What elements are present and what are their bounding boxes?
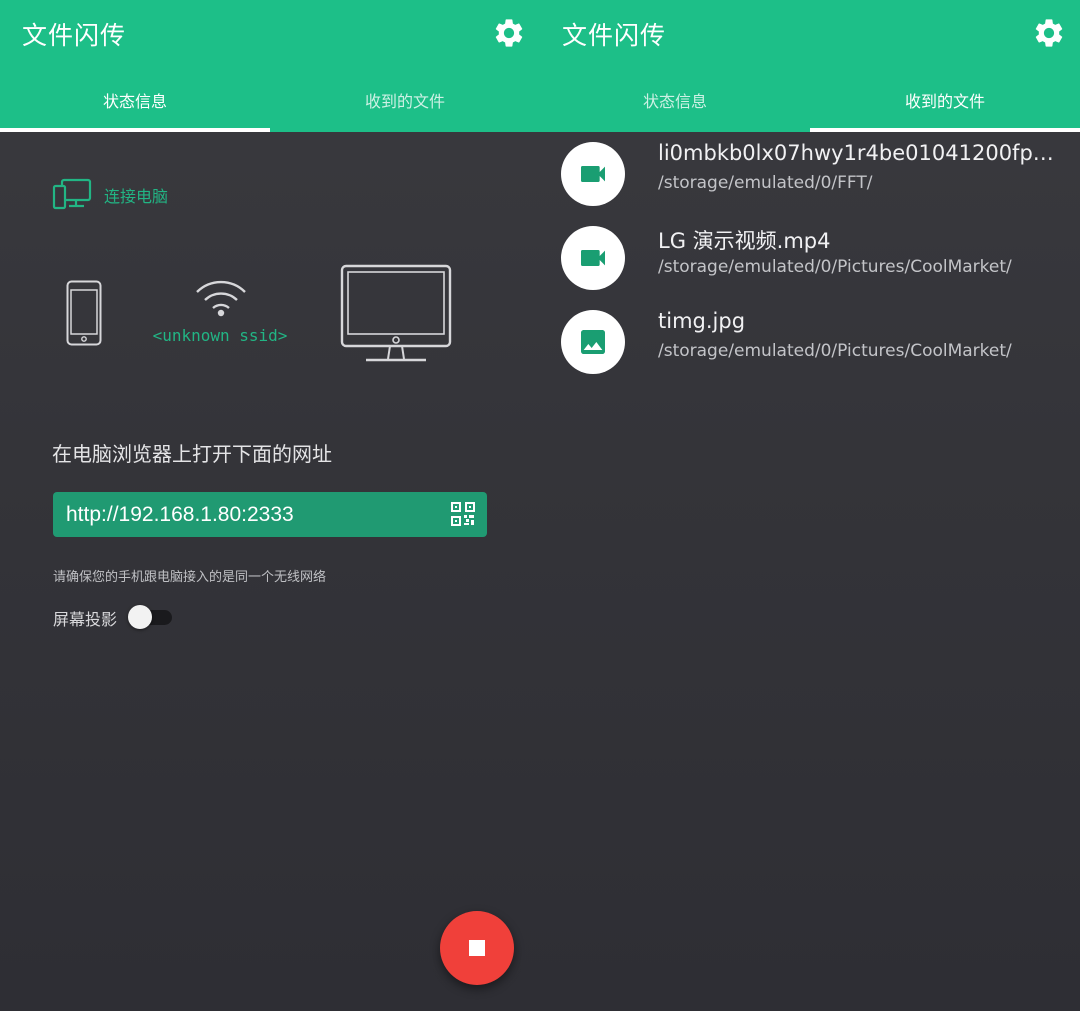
gear-icon[interactable]	[492, 16, 526, 50]
list-item[interactable]: LG 演示视频.mp4 /storage/emulated/0/Pictures…	[540, 226, 1080, 310]
tab-status[interactable]: 状态信息	[0, 88, 270, 116]
file-name: timg.jpg	[658, 309, 746, 333]
wifi-icon	[194, 278, 248, 318]
toggle-knob	[128, 605, 152, 629]
url-box[interactable]: http://192.168.1.80:2333	[53, 492, 487, 537]
file-path: /storage/emulated/0/Pictures/CoolMarket/	[658, 257, 1012, 277]
screen-cast-toggle[interactable]	[128, 605, 172, 629]
app-title: 文件闪传	[22, 21, 127, 50]
app-bar: 文件闪传 状态信息 收到的文件	[0, 0, 540, 132]
tab-indicator	[810, 128, 1080, 132]
tab-received-files[interactable]: 收到的文件	[810, 88, 1080, 116]
app-title: 文件闪传	[562, 21, 667, 50]
file-name: li0mbkb0lx07hwy1r4be01041200fpug..	[658, 141, 1058, 165]
file-name: LG 演示视频.mp4	[658, 229, 831, 253]
list-item[interactable]: li0mbkb0lx07hwy1r4be01041200fpug.. /stor…	[540, 141, 1080, 226]
monitor-icon	[340, 264, 452, 364]
list-item[interactable]: timg.jpg /storage/emulated/0/Pictures/Co…	[540, 309, 1080, 394]
open-url-prompt: 在电脑浏览器上打开下面的网址	[52, 442, 332, 466]
phone-icon	[66, 280, 102, 346]
stop-button[interactable]	[440, 911, 514, 985]
qr-code-icon[interactable]	[451, 502, 475, 526]
right-panel: 文件闪传 状态信息 收到的文件 li0mbkb0lx07hwy1r4be0104…	[540, 0, 1080, 1011]
video-icon	[561, 226, 625, 290]
file-path: /storage/emulated/0/FFT/	[658, 173, 873, 193]
url-text: http://192.168.1.80:2333	[66, 503, 294, 526]
tab-received-files[interactable]: 收到的文件	[270, 88, 540, 116]
video-icon	[561, 142, 625, 206]
connect-pc-label: 连接电脑	[104, 187, 169, 206]
file-path: /storage/emulated/0/Pictures/CoolMarket/	[658, 341, 1012, 361]
left-panel: 文件闪传 状态信息 收到的文件 连接电脑 <unknown ssid> 在电脑浏…	[0, 0, 540, 1011]
gear-icon[interactable]	[1032, 16, 1066, 50]
screen-cast-label: 屏幕投影	[53, 610, 118, 629]
devices-icon	[52, 178, 92, 210]
same-network-note: 请确保您的手机跟电脑接入的是同一个无线网络	[53, 570, 327, 585]
app-bar: 文件闪传 状态信息 收到的文件	[540, 0, 1080, 132]
stop-icon	[469, 940, 485, 956]
tab-status[interactable]: 状态信息	[540, 88, 810, 116]
tab-indicator	[0, 128, 270, 132]
image-icon	[561, 310, 625, 374]
ssid-label: <unknown ssid>	[152, 326, 288, 345]
